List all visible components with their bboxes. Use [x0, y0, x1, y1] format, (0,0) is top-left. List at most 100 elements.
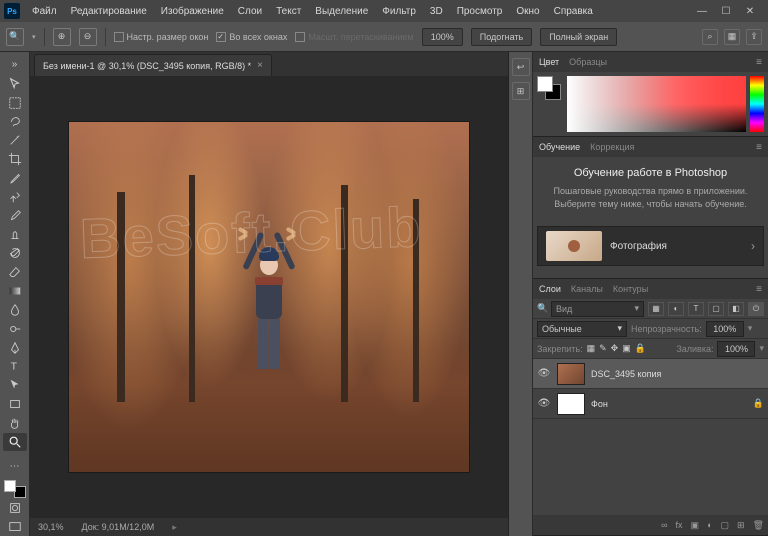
crop-tool[interactable]	[3, 150, 27, 168]
zoom-tool-preset-icon[interactable]: 🔍	[6, 28, 24, 46]
menu-view[interactable]: Просмотр	[451, 1, 509, 21]
eyedropper-tool[interactable]	[3, 169, 27, 187]
zoom-out-icon[interactable]: ⊖	[79, 28, 97, 46]
move-tool[interactable]	[3, 75, 27, 93]
layer-fx-icon[interactable]: fx	[676, 520, 683, 530]
learn-tab[interactable]: Обучение	[539, 142, 580, 152]
blend-mode-select[interactable]: Обычные▾	[537, 321, 627, 337]
layer-item[interactable]: 👁 DSC_3495 копия	[533, 359, 768, 389]
channels-tab[interactable]: Каналы	[571, 284, 603, 294]
edit-toolbar-icon[interactable]: ⋯	[3, 458, 27, 476]
hand-tool[interactable]	[3, 414, 27, 432]
path-selection-tool[interactable]	[3, 376, 27, 394]
hue-slider[interactable]	[750, 76, 764, 132]
layer-filter-select[interactable]: Вид▾	[551, 301, 644, 317]
menu-file[interactable]: Файл	[26, 1, 63, 21]
type-tool[interactable]: T	[3, 358, 27, 376]
lock-transparency-icon[interactable]: ▦	[587, 343, 596, 354]
menu-filter[interactable]: Фильтр	[376, 1, 422, 21]
window-maximize-icon[interactable]: ☐	[720, 5, 732, 17]
visibility-toggle-icon[interactable]: 👁	[537, 398, 551, 409]
swatches-tab[interactable]: Образцы	[569, 57, 607, 67]
canvas-area[interactable]	[30, 76, 508, 518]
screen-mode-icon[interactable]	[3, 518, 27, 536]
lock-position-icon[interactable]: ✥	[611, 343, 619, 354]
eraser-tool[interactable]	[3, 263, 27, 281]
panel-menu-icon[interactable]: ≡	[756, 57, 762, 68]
blur-tool[interactable]	[3, 301, 27, 319]
document-tab[interactable]: Без имени-1 @ 30,1% (DSC_3495 копия, RGB…	[34, 54, 272, 76]
zoom-in-icon[interactable]: ⊕	[53, 28, 71, 46]
window-minimize-icon[interactable]: —	[696, 5, 708, 17]
menu-edit[interactable]: Редактирование	[65, 1, 153, 21]
foreground-background-colors[interactable]	[4, 480, 26, 498]
adjustments-tab[interactable]: Коррекция	[590, 142, 634, 152]
quick-mask-icon[interactable]	[3, 499, 27, 517]
adjustment-layer-icon[interactable]: ◐	[707, 520, 712, 530]
menu-window[interactable]: Окно	[510, 1, 545, 21]
paths-tab[interactable]: Контуры	[613, 284, 648, 294]
lasso-tool[interactable]	[3, 113, 27, 131]
layers-tab[interactable]: Слои	[539, 284, 561, 294]
panel-menu-icon[interactable]: ≡	[756, 142, 762, 153]
panel-menu-icon[interactable]: ≡	[756, 284, 762, 295]
fill-input[interactable]: 100%	[717, 341, 755, 357]
layer-thumbnail[interactable]	[557, 363, 585, 385]
opacity-input[interactable]: 100%	[706, 321, 744, 337]
lock-artboard-icon[interactable]: ▣	[622, 343, 631, 354]
link-layers-icon[interactable]: ∞	[661, 520, 667, 530]
layer-mask-icon[interactable]: ▣	[691, 520, 700, 531]
search-icon[interactable]: ⌕	[702, 29, 718, 45]
filter-type-icon[interactable]: T	[688, 302, 704, 316]
layer-item[interactable]: 👁 Фон 🔒	[533, 389, 768, 419]
filter-adjustment-icon[interactable]: ◐	[668, 302, 684, 316]
history-brush-tool[interactable]	[3, 244, 27, 262]
color-tab[interactable]: Цвет	[539, 57, 559, 67]
healing-brush-tool[interactable]	[3, 188, 27, 206]
status-doc-info[interactable]: Док: 9,01M/12,0M	[82, 522, 155, 532]
lock-image-icon[interactable]: ✎	[599, 343, 607, 354]
collapse-toolbar-icon[interactable]: »	[3, 56, 27, 74]
rectangle-tool[interactable]	[3, 395, 27, 413]
learn-topic-photography[interactable]: Фотография ›	[537, 226, 764, 266]
menu-layers[interactable]: Слои	[232, 1, 268, 21]
filter-shape-icon[interactable]: ▢	[708, 302, 724, 316]
zoom-tool[interactable]	[3, 433, 27, 451]
menu-3d[interactable]: 3D	[424, 1, 449, 21]
filter-toggle-icon[interactable]: ⏻	[748, 302, 764, 316]
menu-help[interactable]: Справка	[548, 1, 599, 21]
dodge-tool[interactable]	[3, 320, 27, 338]
color-panel-fgbg[interactable]	[537, 76, 563, 132]
close-tab-icon[interactable]: ×	[257, 60, 263, 71]
layer-name[interactable]: DSC_3495 копия	[591, 369, 661, 379]
filter-pixel-icon[interactable]: ▦	[648, 302, 664, 316]
menu-select[interactable]: Выделение	[309, 1, 374, 21]
visibility-toggle-icon[interactable]: 👁	[537, 368, 551, 379]
delete-layer-icon[interactable]: 🗑	[753, 520, 764, 531]
filter-smart-icon[interactable]: ◧	[728, 302, 744, 316]
history-panel-icon[interactable]: ↩	[512, 58, 530, 76]
marquee-tool[interactable]	[3, 94, 27, 112]
window-close-icon[interactable]: ✕	[744, 5, 756, 17]
zoom-100-button[interactable]: 100%	[422, 28, 463, 46]
gradient-tool[interactable]	[3, 282, 27, 300]
all-windows-checkbox[interactable]: Во всех окнах	[216, 32, 287, 42]
share-icon[interactable]: ⇪	[746, 29, 762, 45]
group-icon[interactable]: ▢	[721, 520, 730, 531]
properties-panel-icon[interactable]: ⊞	[512, 82, 530, 100]
full-screen-button[interactable]: Полный экран	[540, 28, 617, 46]
workspace-icon[interactable]: ▦	[724, 29, 740, 45]
lock-all-icon[interactable]: 🔒	[635, 343, 646, 354]
layer-thumbnail[interactable]	[557, 393, 585, 415]
fit-screen-button[interactable]: Подогнать	[471, 28, 532, 46]
brush-tool[interactable]	[3, 207, 27, 225]
pen-tool[interactable]	[3, 339, 27, 357]
menu-text[interactable]: Текст	[270, 1, 307, 21]
new-layer-icon[interactable]: ⊞	[737, 520, 745, 531]
magic-wand-tool[interactable]	[3, 131, 27, 149]
resize-windows-checkbox[interactable]: Настр. размер окон	[114, 32, 209, 42]
menu-image[interactable]: Изображение	[155, 1, 230, 21]
layer-name[interactable]: Фон	[591, 399, 608, 409]
status-zoom[interactable]: 30,1%	[38, 522, 64, 532]
clone-stamp-tool[interactable]	[3, 226, 27, 244]
